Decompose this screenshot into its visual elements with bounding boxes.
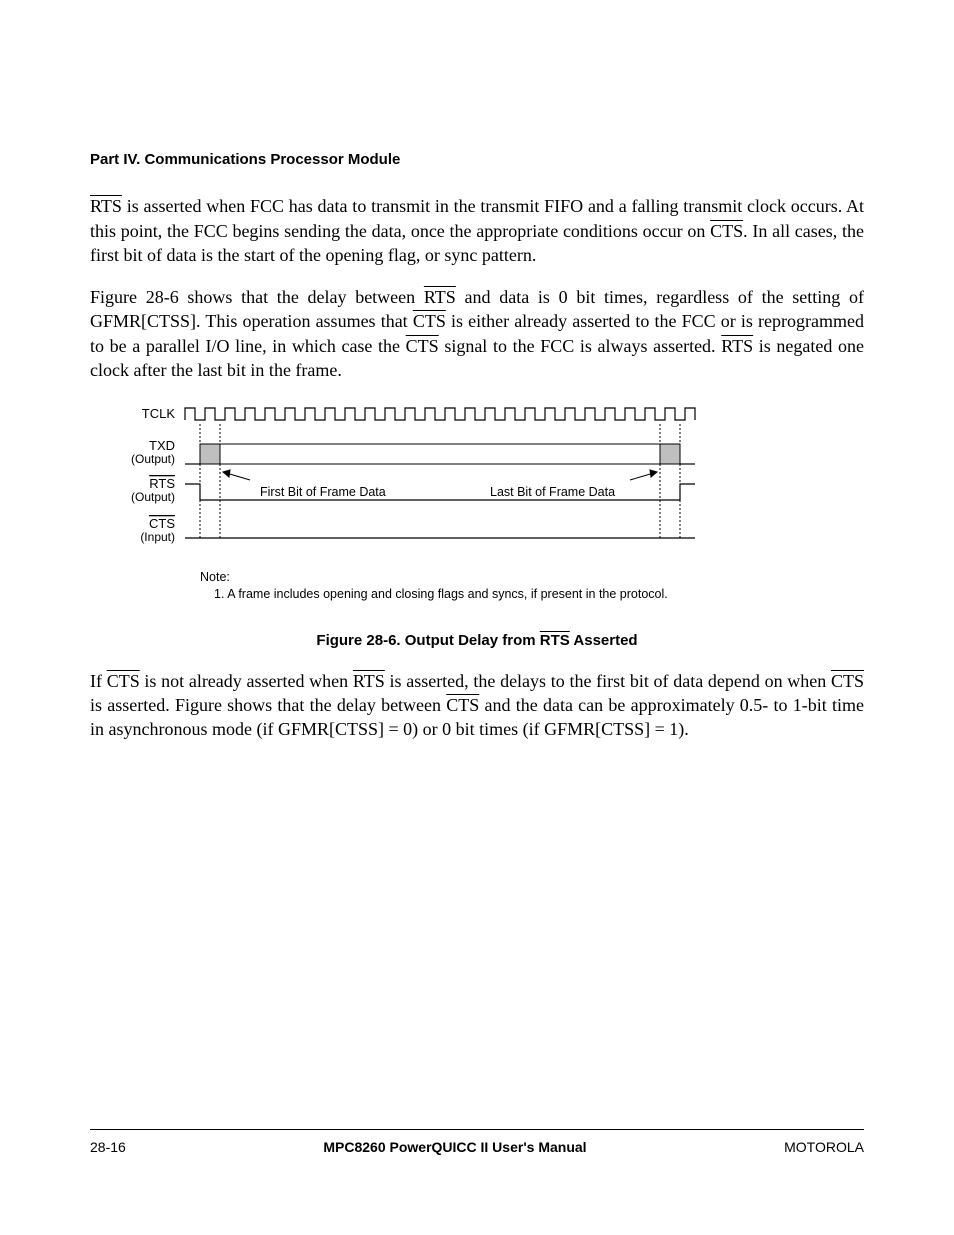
cts-sub: (Input) <box>140 530 175 544</box>
p3-text-c: is asserted, the delays to the first bit… <box>385 671 831 691</box>
rts-signal: RTS <box>353 671 385 691</box>
figure-caption: Figure 28-6. Output Delay from RTS Asser… <box>90 631 864 651</box>
arrow-first <box>223 470 250 480</box>
paragraph-2: Figure 28-6 shows that the delay between… <box>90 285 864 382</box>
p3-text-b: is not already asserted when <box>140 671 353 691</box>
last-bit-label: Last Bit of Frame Data <box>490 485 615 499</box>
cts-signal: CTS <box>446 695 479 715</box>
paragraph-1: RTS is asserted when FCC has data to tra… <box>90 194 864 267</box>
caption-pre: Figure 28-6. Output Delay from <box>316 632 539 649</box>
first-bit-label: First Bit of Frame Data <box>260 485 386 499</box>
rts-signal: RTS <box>424 287 456 307</box>
page: Part IV. Communications Processor Module… <box>0 0 954 1235</box>
manual-title: MPC8260 PowerQUICC II User's Manual <box>323 1138 586 1157</box>
note-text: 1. A frame includes opening and closing … <box>214 586 864 603</box>
footer-rule <box>90 1129 864 1130</box>
rts-signal: RTS <box>90 196 122 216</box>
paragraph-3: If CTS is not already asserted when RTS … <box>90 669 864 742</box>
txd-label: TXD <box>149 438 175 453</box>
arrow-last <box>630 470 657 480</box>
p3-text-a: If <box>90 671 107 691</box>
timing-svg: TCLK TXD (Output) RTS (Output) CTS (Inpu… <box>90 400 710 560</box>
rts-signal: RTS <box>721 336 753 356</box>
rts-signal: RTS <box>540 632 570 649</box>
p2-text-a: Figure 28-6 shows that the delay between <box>90 287 424 307</box>
rts-sub: (Output) <box>131 490 175 504</box>
rts-diagram-label: RTS <box>149 476 175 491</box>
tclk-label: TCLK <box>142 406 176 421</box>
cts-diagram-label: CTS <box>149 516 175 531</box>
cts-signal: CTS <box>107 671 140 691</box>
timing-diagram: TCLK TXD (Output) RTS (Output) CTS (Inpu… <box>90 400 864 602</box>
brand: MOTOROLA <box>784 1138 864 1157</box>
diagram-note: Note: 1. A frame includes opening and cl… <box>200 569 864 603</box>
caption-post: Asserted <box>570 632 638 649</box>
page-number: 28-16 <box>90 1138 126 1157</box>
p3-text-d: is asserted. Figure shows that the delay… <box>90 695 446 715</box>
tclk-wave <box>185 408 695 420</box>
cts-signal: CTS <box>710 221 743 241</box>
txd-sub: (Output) <box>131 452 175 466</box>
cts-signal: CTS <box>831 671 864 691</box>
note-label: Note: <box>200 570 230 584</box>
p2-text-d: signal to the FCC is always asserted. <box>439 336 722 356</box>
cts-signal: CTS <box>406 336 439 356</box>
txd-wave <box>185 444 695 464</box>
part-header: Part IV. Communications Processor Module <box>90 150 864 170</box>
cts-signal: CTS <box>413 311 446 331</box>
page-footer: 28-16 MPC8260 PowerQUICC II User's Manua… <box>90 1138 864 1157</box>
